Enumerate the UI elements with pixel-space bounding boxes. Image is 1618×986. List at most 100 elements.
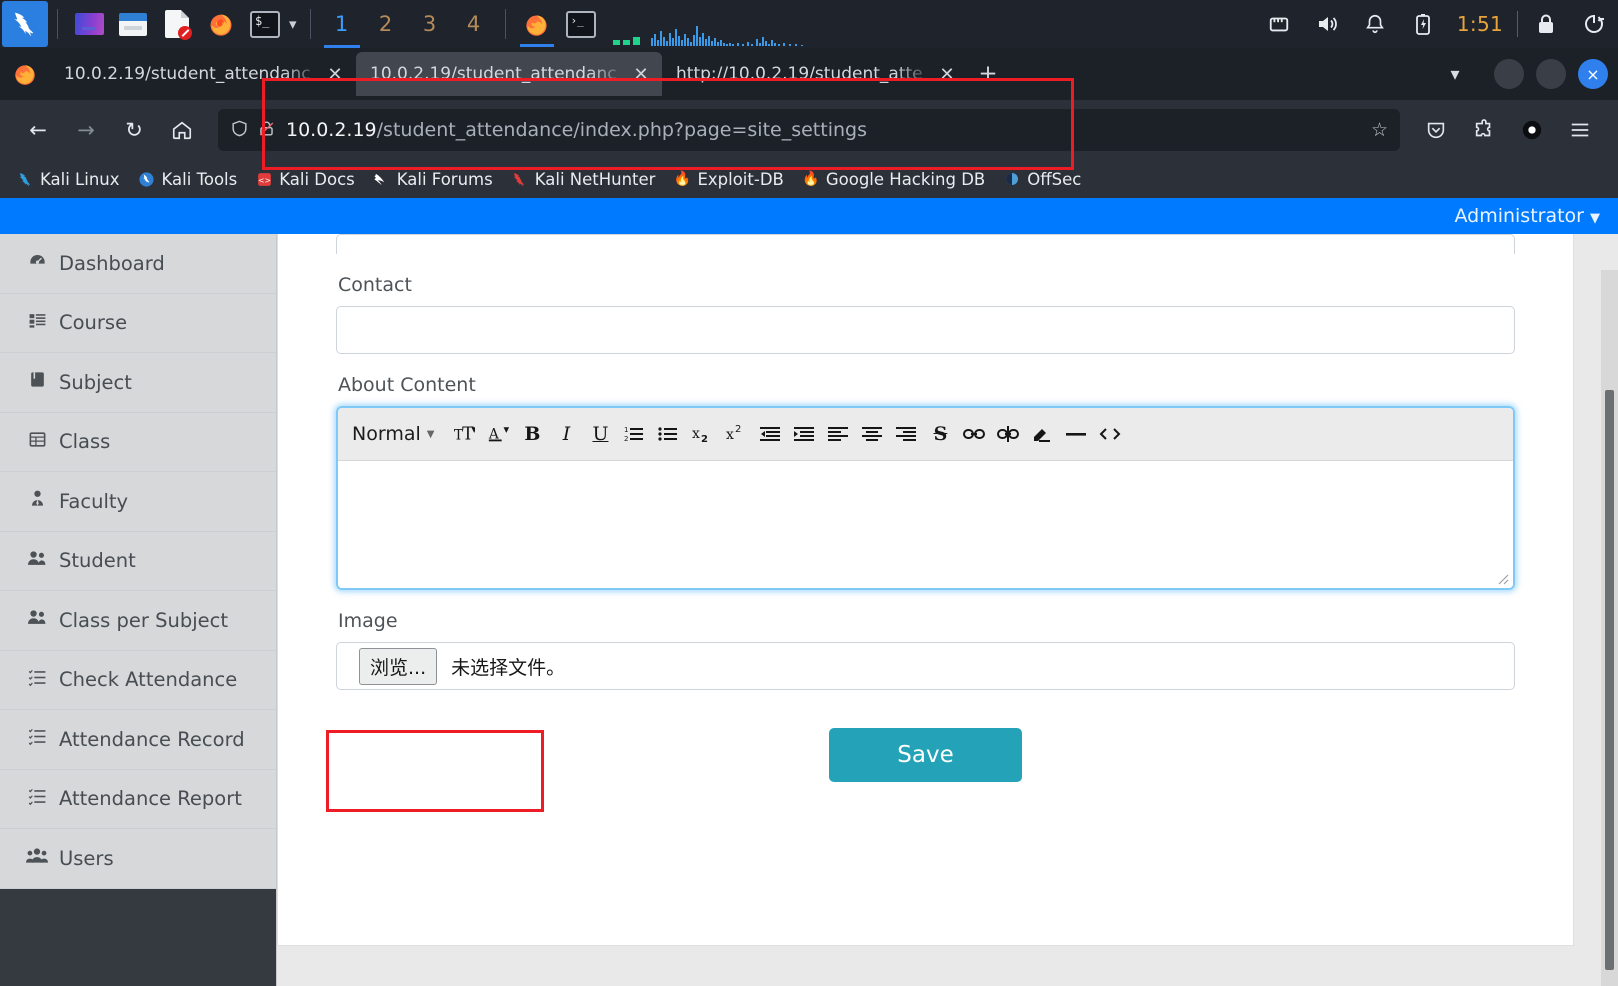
account-icon[interactable]	[1508, 110, 1556, 150]
sidebar-item-course[interactable]: Course	[0, 294, 276, 353]
svg-text:x: x	[726, 427, 734, 443]
clock[interactable]: 1:51	[1447, 12, 1513, 36]
window-button-firefox[interactable]	[515, 1, 559, 47]
workspace-3[interactable]: 3	[408, 0, 452, 48]
browser-tab-2[interactable]: 10.0.2.19/student_attendanc ✕	[356, 52, 662, 96]
text-color-icon[interactable]: A ▼	[482, 417, 514, 451]
outdent-icon[interactable]	[754, 417, 786, 451]
sidebar-item-class-per-subject[interactable]: Class per Subject	[0, 591, 276, 651]
underline-icon[interactable]: U	[584, 417, 616, 451]
close-icon[interactable]: ✕	[630, 64, 652, 85]
browser-tab-3[interactable]: http://10.0.2.19/student_atte ✕	[662, 52, 968, 96]
workspace-2[interactable]: 2	[364, 0, 408, 48]
browse-button[interactable]: 浏览...	[359, 647, 438, 685]
window-button-terminal[interactable]: ›_	[559, 1, 603, 47]
sidebar-item-student[interactable]: Student	[0, 532, 276, 591]
image-file-input[interactable]: 浏览... 未选择文件。	[336, 642, 1515, 690]
bookmark-star-icon[interactable]: ☆	[1371, 119, 1388, 141]
battery-icon[interactable]	[1399, 0, 1447, 48]
bookmark-kali-linux[interactable]: Kali Linux	[8, 167, 128, 192]
highlight-icon[interactable]	[1026, 417, 1058, 451]
pocket-icon[interactable]	[1412, 110, 1460, 150]
notification-bell-icon[interactable]	[1351, 0, 1399, 48]
indent-icon[interactable]	[788, 417, 820, 451]
app-menu-icon[interactable]	[1556, 110, 1604, 150]
bookmark-kali-docs[interactable]: <> Kali Docs	[247, 167, 363, 192]
insecure-lock-icon[interactable]	[257, 119, 276, 142]
bold-icon[interactable]: B	[516, 417, 548, 451]
horizontal-rule-icon[interactable]	[1060, 417, 1092, 451]
browser-tab-1[interactable]: 10.0.2.19/student_attendanc ✕	[50, 52, 356, 96]
format-dropdown[interactable]: Normal	[352, 423, 425, 445]
back-button[interactable]: ←	[14, 110, 62, 150]
minimize-button[interactable]	[1494, 59, 1524, 89]
italic-icon[interactable]: I	[550, 417, 582, 451]
network-icon[interactable]	[1255, 0, 1303, 48]
workspace-1[interactable]: 1	[320, 0, 364, 48]
logout-icon[interactable]	[1570, 0, 1618, 48]
launcher-terminal-gradient[interactable]	[67, 1, 111, 47]
tasks-icon	[26, 787, 48, 811]
chevron-down-icon[interactable]: ▼	[427, 429, 435, 440]
sidebar-item-users[interactable]: Users	[0, 829, 276, 889]
user-menu[interactable]: Administrator ▼	[1454, 205, 1600, 227]
code-icon[interactable]	[1094, 417, 1126, 451]
list-all-tabs-icon[interactable]: ▾	[1428, 64, 1482, 85]
link-icon[interactable]	[958, 417, 990, 451]
sidebar-item-attendance-record[interactable]: Attendance Record	[0, 710, 276, 770]
page-scrollbar[interactable]	[1601, 270, 1618, 986]
kali-dragon-icon	[14, 12, 34, 37]
save-button[interactable]: Save	[829, 728, 1022, 782]
align-left-icon[interactable]	[822, 417, 854, 451]
sidebar-item-class[interactable]: Class	[0, 413, 276, 472]
align-center-icon[interactable]	[856, 417, 888, 451]
unlink-icon[interactable]	[992, 417, 1024, 451]
bookmark-kali-forums[interactable]: Kali Forums	[365, 167, 501, 192]
superscript-icon[interactable]: x2	[720, 417, 752, 451]
lock-icon[interactable]	[1522, 0, 1570, 48]
font-size-icon[interactable]: TT▼	[448, 417, 480, 451]
bookmark-kali-tools[interactable]: Kali Tools	[130, 167, 246, 192]
new-tab-button[interactable]: +	[968, 61, 1008, 87]
launcher-file-manager[interactable]	[111, 1, 155, 47]
strikethrough-icon[interactable]: S	[924, 417, 956, 451]
close-icon[interactable]: ✕	[936, 64, 958, 85]
maximize-button[interactable]	[1536, 59, 1566, 89]
workspace-4[interactable]: 4	[452, 0, 496, 48]
sidebar-item-subject[interactable]: Subject	[0, 353, 276, 413]
launcher-text-editor[interactable]	[155, 1, 199, 47]
bookmark-offsec[interactable]: OffSec	[995, 167, 1089, 192]
about-content-textarea[interactable]	[338, 461, 1513, 588]
home-button[interactable]	[158, 110, 206, 150]
sidebar-item-dashboard[interactable]: Dashboard	[0, 234, 276, 294]
ordered-list-icon[interactable]: 12	[618, 417, 650, 451]
page-scrollbar-thumb[interactable]	[1605, 390, 1614, 970]
subscript-icon[interactable]: x2	[686, 417, 718, 451]
volume-icon[interactable]	[1303, 0, 1351, 48]
sidebar-item-faculty[interactable]: Faculty	[0, 472, 276, 532]
contact-input[interactable]	[336, 306, 1515, 354]
bookmark-kali-nethunter[interactable]: Kali NetHunter	[503, 167, 664, 192]
sidebar-item-label: Users	[59, 846, 114, 870]
about-content-editor[interactable]: Normal ▼ TT▼ A▼ B I U	[336, 406, 1515, 590]
forward-button[interactable]: →	[62, 110, 110, 150]
launcher-terminal[interactable]: $_	[243, 1, 287, 47]
bullet-list-icon[interactable]	[652, 417, 684, 451]
resize-handle-icon[interactable]	[1495, 571, 1509, 585]
dashboard-icon	[26, 251, 48, 275]
sidebar-item-check-attendance[interactable]: Check Attendance	[0, 651, 276, 710]
bookmark-exploit-db[interactable]: 🔥 Exploit-DB	[665, 167, 791, 192]
kali-menu-button[interactable]	[2, 1, 48, 47]
shield-icon[interactable]	[230, 119, 249, 142]
close-icon[interactable]: ✕	[324, 64, 346, 85]
url-bar[interactable]: 10.0.2.19/student_attendance/index.php?p…	[218, 109, 1400, 151]
align-right-icon[interactable]	[890, 417, 922, 451]
bookmark-google-hacking-db[interactable]: 🔥 Google Hacking DB	[794, 167, 993, 192]
reload-button[interactable]: ↻	[110, 110, 158, 150]
launcher-chevron-down-icon[interactable]: ▾	[289, 15, 297, 33]
extensions-icon[interactable]	[1460, 110, 1508, 150]
previous-field-cutoff[interactable]	[336, 234, 1515, 254]
launcher-firefox[interactable]	[199, 1, 243, 47]
sidebar-item-attendance-report[interactable]: Attendance Report	[0, 770, 276, 829]
close-window-button[interactable]: ×	[1578, 59, 1608, 89]
